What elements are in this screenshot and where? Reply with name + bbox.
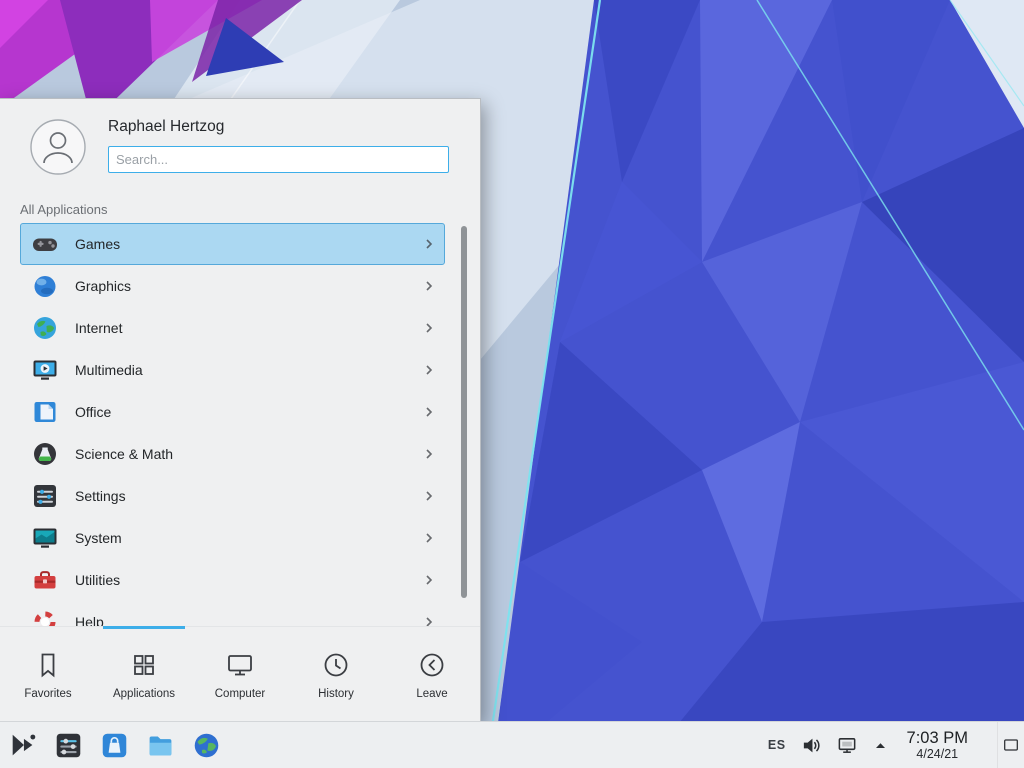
chevron-right-icon (422, 573, 436, 587)
category-row-utilities[interactable]: Utilities (20, 559, 445, 601)
application-launcher-button[interactable] (4, 726, 42, 764)
category-label: Utilities (75, 572, 120, 588)
system-icon (31, 524, 59, 552)
section-label: All Applications (20, 202, 107, 217)
monitor-icon (224, 649, 256, 681)
tab-label: History (318, 688, 354, 700)
chevron-right-icon (422, 237, 436, 251)
tab-label: Favorites (24, 688, 71, 700)
category-row-office[interactable]: Office (20, 391, 445, 433)
chevron-right-icon (422, 531, 436, 545)
kde-kickoff-icon (8, 730, 38, 760)
launcher-tab-bar: Favorites Applications Computer History … (0, 626, 480, 721)
settings-icon (31, 482, 59, 510)
tab-applications[interactable]: Applications (96, 627, 192, 721)
show-desktop-icon (1002, 736, 1020, 754)
scrollbar-thumb[interactable] (461, 226, 467, 598)
pinned-app-discover[interactable] (100, 731, 129, 760)
clock-date: 4/24/21 (907, 747, 968, 761)
tab-computer[interactable]: Computer (192, 627, 288, 721)
chevron-right-icon (422, 363, 436, 377)
chevron-right-icon (422, 321, 436, 335)
user-name: Raphael Hertzog (108, 118, 224, 136)
multimedia-icon (31, 356, 59, 384)
graphics-icon (31, 272, 59, 300)
tray-icons-slot (801, 735, 888, 756)
expand-arrow-icon[interactable] (873, 738, 888, 753)
category-row-games[interactable]: Games (20, 223, 445, 265)
pinned-app-system-settings[interactable] (54, 731, 83, 760)
bookmark-icon (32, 649, 64, 681)
tab-label: Applications (113, 688, 175, 700)
tab-label: Computer (215, 688, 266, 700)
pinned-app-web-browser[interactable] (192, 731, 221, 760)
utilities-icon (31, 566, 59, 594)
tab-label: Leave (416, 688, 447, 700)
category-label: Internet (75, 320, 122, 336)
office-icon (31, 398, 59, 426)
tab-favorites[interactable]: Favorites (0, 627, 96, 721)
volume-icon[interactable] (801, 735, 822, 756)
search-input[interactable] (108, 146, 449, 173)
tab-history[interactable]: History (288, 627, 384, 721)
category-row-science[interactable]: Science & Math (20, 433, 445, 475)
pinned-app-file-manager[interactable] (146, 731, 175, 760)
clock-time: 7:03 PM (907, 729, 968, 747)
category-label: Graphics (75, 278, 131, 294)
chevron-right-icon (422, 447, 436, 461)
chevron-right-icon (422, 279, 436, 293)
network-icon[interactable] (837, 735, 858, 756)
category-label: Office (75, 404, 111, 420)
help-icon (31, 608, 59, 628)
pinned-app-icons (54, 731, 221, 760)
chevron-right-icon (422, 489, 436, 503)
category-row-help[interactable]: Help (20, 601, 445, 628)
system-tray: ES 7:03 PM 4/24/21 (768, 722, 1024, 768)
application-launcher-popup: Raphael Hertzog All Applications Games G… (0, 98, 481, 722)
internet-icon (31, 314, 59, 342)
clock-icon (320, 649, 352, 681)
category-label: Games (75, 236, 120, 252)
category-row-system[interactable]: System (20, 517, 445, 559)
category-label: Multimedia (75, 362, 143, 378)
category-label: Settings (75, 488, 126, 504)
show-desktop-button[interactable] (997, 722, 1024, 768)
search-field-wrap (108, 146, 449, 173)
launcher-header: Raphael Hertzog (0, 99, 480, 203)
category-row-internet[interactable]: Internet (20, 307, 445, 349)
taskbar-panel: ES 7:03 PM 4/24/21 (0, 721, 1024, 768)
science-icon (31, 440, 59, 468)
desktop: Raphael Hertzog All Applications Games G… (0, 0, 1024, 768)
tab-leave[interactable]: Leave (384, 627, 480, 721)
user-avatar[interactable] (30, 119, 86, 175)
category-label: Science & Math (75, 446, 173, 462)
chevron-right-icon (422, 405, 436, 419)
keyboard-layout-indicator[interactable]: ES (768, 738, 786, 752)
category-list: Games Graphics Internet Multimedia O (20, 223, 445, 628)
category-row-settings[interactable]: Settings (20, 475, 445, 517)
category-row-multimedia[interactable]: Multimedia (20, 349, 445, 391)
category-row-graphics[interactable]: Graphics (20, 265, 445, 307)
category-label: System (75, 530, 122, 546)
leave-icon (416, 649, 448, 681)
digital-clock[interactable]: 7:03 PM 4/24/21 (907, 729, 968, 761)
grid-icon (128, 649, 160, 681)
games-icon (31, 230, 59, 258)
